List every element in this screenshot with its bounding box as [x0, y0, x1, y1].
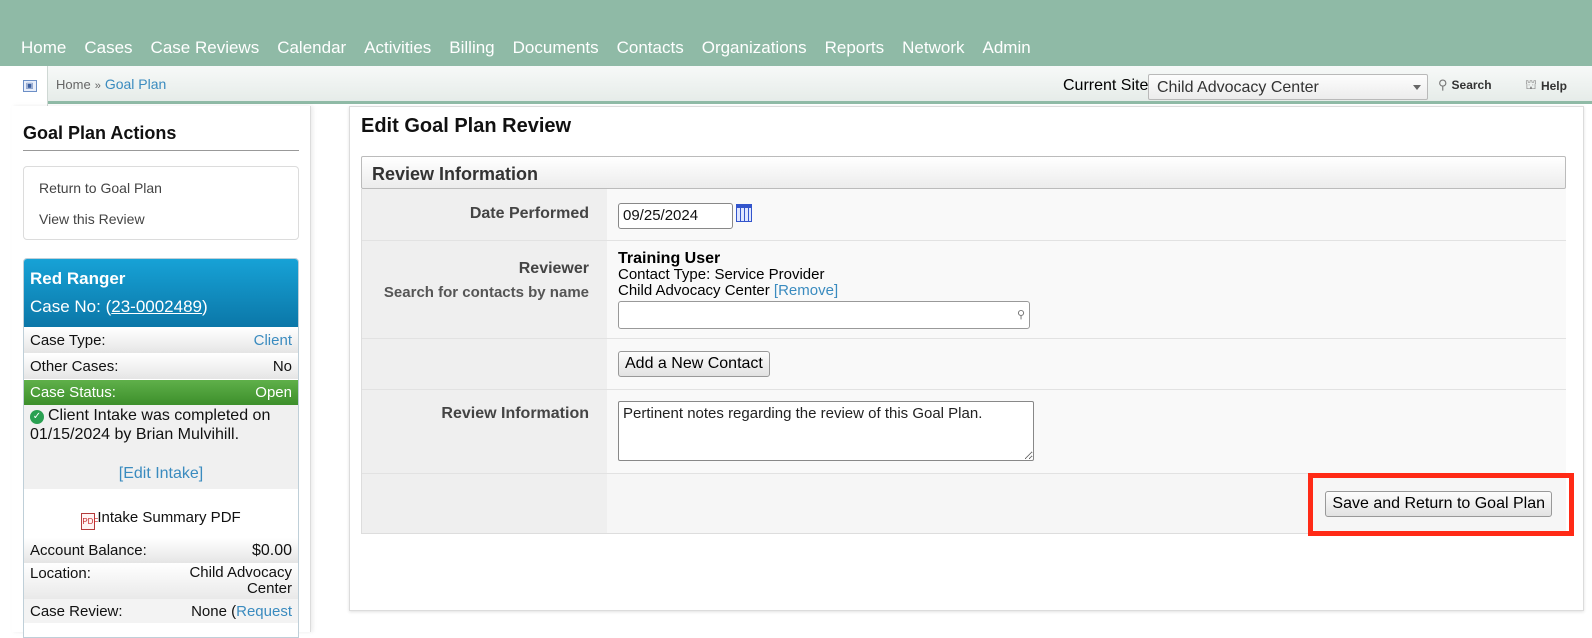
nav-item-cases[interactable]: Cases — [75, 38, 141, 58]
account-balance-value: $0.00 — [251, 541, 292, 559]
review-information-row: Review Information Pertinent notes regar… — [362, 390, 1566, 474]
pdf-label: Intake Summary PDF — [97, 509, 241, 526]
date-performed-row: Date Performed 09/25/2024 — [362, 189, 1566, 241]
current-site-label: Current Site — [1063, 77, 1149, 94]
top-navigation-bar: Home Cases Case Reviews Calendar Activities B… — [0, 0, 1592, 66]
review-information-label: Review Information — [362, 390, 607, 473]
goal-plan-actions: Return to Goal Plan View this Review — [23, 166, 299, 240]
page-title: Edit Goal Plan Review — [361, 115, 572, 137]
nav-item-calendar[interactable]: Calendar — [268, 38, 355, 58]
breadcrumb-home[interactable]: Home — [56, 77, 91, 92]
case-header: Red Ranger Case No: (23-0002489) — [24, 259, 298, 327]
reviewer-label: Reviewer — [518, 260, 589, 277]
nav-item-admin[interactable]: Admin — [974, 38, 1040, 58]
contact-search-input[interactable]: ⚲ — [618, 301, 1030, 329]
case-type-link[interactable]: Client — [254, 332, 292, 349]
edit-intake-link[interactable]: [Edit Intake] — [30, 464, 292, 483]
search-button[interactable]: ⚲ Search — [1438, 77, 1492, 93]
client-name: Red Ranger — [30, 269, 126, 288]
breadcrumb-current[interactable]: Goal Plan — [105, 76, 166, 92]
case-status-badge: Open — [255, 384, 292, 401]
help-button[interactable]: ⛫ Help — [1525, 77, 1567, 95]
add-new-contact-button[interactable]: Add a New Contact — [618, 351, 770, 377]
case-summary-card: Red Ranger Case No: (23-0002489) Case Ty… — [23, 258, 299, 638]
add-contact-row: Add a New Contact — [362, 339, 1566, 390]
section-header: Review Information — [361, 156, 1566, 189]
current-site-value: Child Advocacy Center — [1157, 79, 1319, 96]
selected-reviewer: Training User Contact Type: Service Prov… — [618, 251, 838, 299]
case-status-row: Case Status: Open — [24, 379, 298, 405]
breadcrumb-separator: » — [94, 80, 101, 92]
other-cases-row: Other Cases: No — [24, 353, 298, 379]
breadcrumb: Home» Goal Plan — [56, 76, 166, 92]
view-review-link[interactable]: View this Review — [39, 211, 298, 227]
nav-item-contacts[interactable]: Contacts — [608, 38, 693, 58]
reviewer-name: Training User — [618, 250, 721, 267]
dropdown-arrow-icon — [1413, 85, 1421, 90]
nav-item-activities[interactable]: Activities — [355, 38, 440, 58]
reviewer-search-label: Search for contacts by name — [383, 284, 589, 301]
date-performed-input[interactable]: 09/25/2024 — [618, 203, 733, 229]
calendar-icon[interactable] — [736, 204, 752, 222]
help-button-label: Help — [1540, 79, 1567, 93]
search-button-label: Search — [1451, 78, 1492, 92]
nav-item-network[interactable]: Network — [893, 38, 973, 58]
request-review-link[interactable]: Request — [236, 603, 292, 620]
nav-item-documents[interactable]: Documents — [504, 38, 608, 58]
help-icon: ⛫ — [1525, 77, 1537, 92]
pdf-icon: PDF — [81, 513, 98, 530]
remove-reviewer-link[interactable]: [Remove] — [774, 282, 838, 299]
check-icon: ✓ — [30, 410, 44, 424]
sidebar-title: Goal Plan Actions — [23, 123, 299, 151]
main-menu: Home Cases Case Reviews Calendar Activities B… — [12, 38, 1040, 58]
location-row: Location: Child Advocacy Center — [24, 563, 298, 599]
reviewer-organization: Child Advocacy Center — [618, 282, 770, 299]
sidebar: Goal Plan Actions Return to Goal Plan Vi… — [12, 106, 311, 638]
case-number-link[interactable]: 23-0002489 — [111, 297, 202, 316]
highlight-box — [1308, 473, 1574, 536]
date-performed-label: Date Performed — [362, 189, 607, 240]
intake-summary-pdf[interactable]: PDFIntake Summary PDF — [24, 489, 298, 537]
case-type-row: Case Type: Client — [24, 327, 298, 353]
intake-text: Client Intake was completed on 01/15/202… — [30, 407, 271, 443]
nav-item-case-reviews[interactable]: Case Reviews — [142, 38, 269, 58]
case-review-row: Case Review: None (Request — [24, 599, 298, 623]
account-balance-row: Account Balance: $0.00 — [24, 537, 298, 563]
nav-item-organizations[interactable]: Organizations — [693, 38, 816, 58]
current-site-select[interactable]: Child Advocacy Center — [1148, 74, 1428, 100]
case-number: Case No: (23-0002489) — [30, 297, 208, 316]
nav-item-reports[interactable]: Reports — [816, 38, 894, 58]
review-information-textarea[interactable]: Pertinent notes regarding the review of … — [618, 401, 1034, 461]
location-value: Child Advocacy Center — [189, 564, 292, 597]
nav-item-billing[interactable]: Billing — [440, 38, 503, 58]
return-to-goal-plan-link[interactable]: Return to Goal Plan — [39, 180, 298, 196]
reviewer-contact-type: Contact Type: Service Provider — [618, 266, 825, 283]
breadcrumb-bar: ▣ Home» Goal Plan Current Site Child Advo… — [12, 66, 1592, 106]
magnifier-icon: ⚲ — [1438, 77, 1448, 92]
search-icon: ⚲ — [1016, 309, 1025, 321]
reviewer-row: Reviewer Search for contacts by name Tra… — [362, 241, 1566, 339]
page-icon[interactable]: ▣ — [12, 66, 48, 106]
intake-status: ✓ Client Intake was completed on 01/15/20… — [24, 405, 298, 489]
nav-item-home[interactable]: Home — [12, 38, 75, 58]
